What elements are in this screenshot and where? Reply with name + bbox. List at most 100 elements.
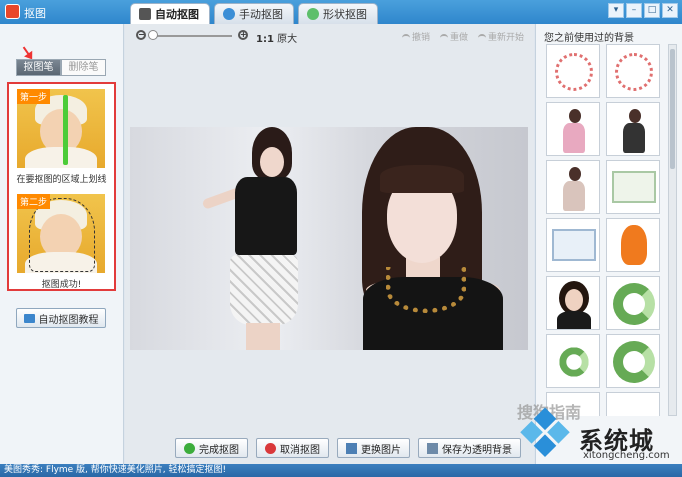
window-title: 抠图 [24, 7, 46, 20]
thumbnail-scrollbar[interactable] [668, 44, 677, 416]
undo-button[interactable]: 撤销 [401, 30, 430, 43]
woman1-top [235, 177, 297, 255]
restart-icon [477, 34, 486, 40]
replace-label: 更换图片 [361, 444, 401, 456]
tab-label: 自动抠图 [155, 8, 199, 21]
step1-example-image: 第一步 [17, 89, 105, 168]
menu-dropdown-button[interactable]: ▾ [608, 3, 624, 18]
woman2-necklace [386, 267, 466, 313]
brush-stroke-line [63, 95, 68, 165]
finish-label: 完成抠图 [199, 444, 239, 456]
tab-label: 手动抠图 [239, 8, 283, 21]
action-button-bar: 完成抠图 取消抠图 更换图片 保存为透明背景 [175, 438, 521, 458]
zoom-slider-knob[interactable] [148, 30, 158, 40]
redo-label: 重做 [449, 33, 468, 43]
cancel-label: 取消抠图 [280, 444, 320, 456]
background-thumb[interactable] [546, 276, 600, 330]
photo-canvas[interactable] [130, 127, 528, 350]
stamp-image [555, 53, 593, 91]
history-panel-title: 您之前使用过的背景 [544, 33, 634, 44]
green-ring-image [613, 341, 655, 383]
background-thumb[interactable] [606, 102, 660, 156]
cancel-icon [265, 442, 276, 454]
step2-tag: 第二步 [17, 194, 51, 209]
gear-icon [223, 8, 235, 20]
ratio-label: 原大 [277, 34, 298, 45]
redo-button[interactable]: 重做 [439, 30, 468, 43]
cancel-cutout-button[interactable]: 取消抠图 [256, 438, 329, 458]
step2-caption: 抠图成功! [41, 280, 82, 290]
background-thumb[interactable] [606, 160, 660, 214]
editor-toolbar: − + 1:1 原大 撤销 重做 重新开始 [125, 24, 534, 48]
certificate-image [612, 171, 656, 203]
app-logo-icon [5, 4, 20, 19]
background-thumbnail-grid [546, 44, 662, 416]
girl-head [569, 167, 581, 181]
zoom-out-icon[interactable]: − [136, 30, 146, 40]
actual-size-button[interactable]: 1:1 原大 [256, 30, 297, 45]
cutout-brush-button[interactable]: 抠图笔 [16, 59, 61, 76]
auto-cutout-tutorial-button[interactable]: 自动抠图教程 [16, 308, 106, 328]
status-bar: 美图秀秀: Flyme 版, 帮你快速美化照片, 轻松搞定抠图! [0, 464, 682, 477]
ratio-value: 1:1 [256, 34, 274, 45]
step2-example-image: 第二步 [17, 194, 105, 273]
woman2-bangs [380, 165, 464, 193]
green-ring-image [559, 347, 589, 377]
stamp-image [615, 53, 653, 91]
green-ring-image [613, 283, 655, 325]
close-button[interactable]: ✕ [662, 3, 678, 18]
scissors-icon [139, 8, 151, 20]
save-icon [427, 442, 438, 454]
background-thumb[interactable] [546, 102, 600, 156]
window-controls: ▾ – □ ✕ [608, 3, 678, 18]
background-thumb[interactable] [606, 44, 660, 98]
tab-label: 形状抠图 [323, 8, 367, 21]
girl-figure [563, 181, 585, 211]
background-thumb[interactable] [546, 218, 600, 272]
tab-shape-cutout[interactable]: 形状抠图 [298, 3, 378, 24]
undo-icon [401, 34, 410, 40]
watermark-site: xitongcheng.com [583, 450, 670, 461]
background-thumb[interactable] [546, 160, 600, 214]
replace-image-button[interactable]: 更换图片 [337, 438, 410, 458]
mascot-image [621, 225, 647, 265]
tutorial-button-label: 自动抠图教程 [38, 314, 99, 326]
left-guide-panel: 抠图笔 删除笔 第一步 在要抠图的区域上划线 第二步 抠图成功! 自动抠图教程 [0, 24, 124, 464]
maximize-button[interactable]: □ [644, 3, 660, 18]
redo-icon [439, 34, 448, 40]
background-thumb[interactable] [606, 334, 660, 388]
certificate-image [552, 229, 596, 261]
portrait-body [557, 311, 591, 329]
restart-label: 重新开始 [487, 33, 524, 43]
zoom-slider-track[interactable] [152, 35, 232, 37]
woman1-skirt [230, 255, 298, 325]
girl-head [629, 109, 641, 123]
step1-tag: 第一步 [17, 89, 51, 104]
selection-outline [29, 198, 95, 272]
save-transparent-button[interactable]: 保存为透明背景 [418, 438, 521, 458]
tab-manual-cutout[interactable]: 手动抠图 [214, 3, 294, 24]
background-thumb[interactable] [606, 218, 660, 272]
scrollbar-thumb[interactable] [670, 49, 675, 169]
editor-area: − + 1:1 原大 撤销 重做 重新开始 完成抠图 取消抠图 更换图片 保存为… [125, 24, 534, 464]
site-watermark: 搜狗指南 系统城 xitongcheng.com [517, 397, 677, 461]
background-thumb[interactable] [606, 276, 660, 330]
girl-figure [623, 123, 645, 153]
zoom-in-icon[interactable]: + [238, 30, 248, 40]
woman1-legs [246, 323, 280, 350]
girl-head [569, 109, 581, 123]
girl-figure [563, 123, 585, 153]
background-thumb[interactable] [546, 334, 600, 388]
portrait-face [565, 289, 583, 311]
tab-auto-cutout[interactable]: 自动抠图 [130, 3, 210, 24]
brush-mode-switch: 抠图笔 删除笔 [16, 59, 106, 76]
eraser-brush-button[interactable]: 删除笔 [61, 59, 106, 76]
undo-label: 撤销 [411, 33, 430, 43]
restart-button[interactable]: 重新开始 [477, 30, 524, 43]
check-icon [184, 442, 195, 454]
book-icon [23, 313, 35, 323]
background-thumb[interactable] [546, 44, 600, 98]
finish-cutout-button[interactable]: 完成抠图 [175, 438, 248, 458]
mode-tabs: 自动抠图 手动抠图 形状抠图 [130, 3, 378, 24]
minimize-button[interactable]: – [626, 3, 642, 18]
